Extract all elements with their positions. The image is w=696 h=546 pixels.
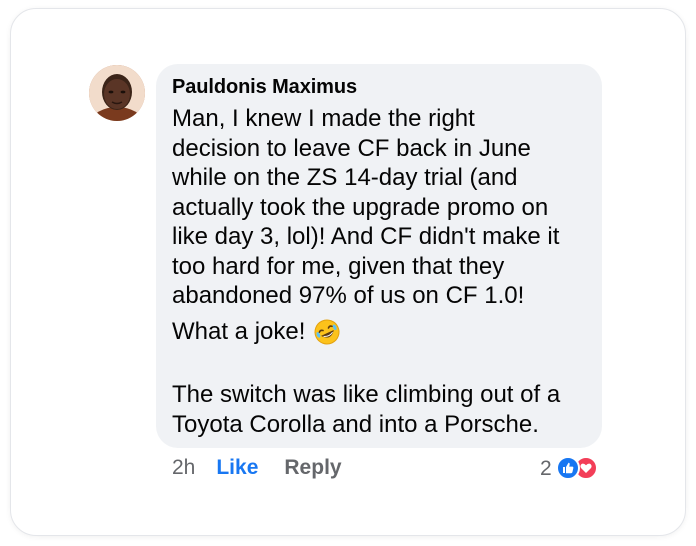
- comment-line: abandoned 97% of us on CF 1.0!: [172, 282, 525, 309]
- comment-actions: 2h Like Reply: [172, 456, 342, 480]
- like-button[interactable]: Like: [216, 456, 258, 480]
- comment-line: The switch was like climbing out of a: [172, 381, 561, 408]
- like-reaction-icon: [555, 456, 580, 480]
- comment-paragraph-3: The switch was like climbing out of a To…: [172, 380, 560, 439]
- comment-line: What a joke!: [172, 318, 306, 345]
- timestamp-link[interactable]: 2h: [172, 456, 195, 480]
- comment-line: Toyota Corolla and into a Porsche.: [172, 410, 539, 438]
- comment-paragraph-2: What a joke!: [172, 317, 341, 347]
- reactions-summary[interactable]: 2: [540, 456, 602, 482]
- comment-line: Man, I knew I made the right: [172, 105, 475, 132]
- comment-line: while on the ZS 14-day trial (and: [172, 164, 518, 191]
- rolling-laughing-emoji-icon: [313, 318, 341, 346]
- comment-line: actually took the upgrade promo on: [172, 193, 549, 221]
- reaction-count: 2: [540, 457, 552, 480]
- comment-paragraph-1: Man, I knew I made the right decision to…: [172, 104, 597, 311]
- comment-line: like day 3, lol)! And CF didn't make it: [172, 223, 560, 250]
- reaction-icons: [555, 456, 602, 482]
- comment-line: too hard for me, given that they: [172, 252, 505, 280]
- reply-button[interactable]: Reply: [284, 456, 341, 480]
- comment-line: decision to leave CF back in June: [172, 134, 531, 162]
- avatar[interactable]: [89, 65, 145, 121]
- comment-author[interactable]: Pauldonis Maximus: [172, 76, 357, 99]
